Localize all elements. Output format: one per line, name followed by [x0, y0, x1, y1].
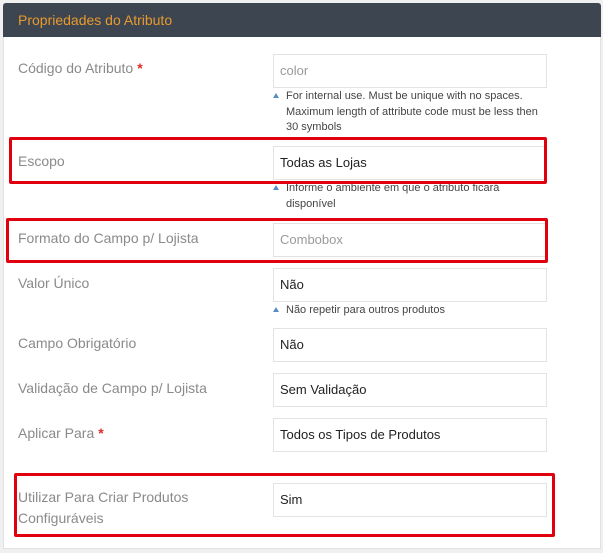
scope-note: Informe o ambiente em que o atributo fic…	[273, 181, 545, 212]
apply-to-label-text: Aplicar Para	[18, 425, 95, 441]
attribute-code-label: Código do Atributo *	[18, 58, 143, 79]
panel-title: Propriedades do Atributo	[18, 12, 173, 28]
required-field-select[interactable]: Não	[273, 328, 547, 362]
note-arrow-icon	[273, 93, 279, 98]
apply-to-select[interactable]: Todos os Tipos de Produtos	[273, 418, 547, 452]
attribute-code-label-text: Código do Atributo	[18, 60, 134, 76]
unique-value-note: Não repetir para outros produtos	[273, 303, 545, 319]
required-marker: *	[137, 60, 143, 76]
attribute-code-note: For internal use. Must be unique with no…	[273, 89, 545, 136]
note-arrow-icon	[273, 185, 279, 190]
apply-to-label: Aplicar Para *	[18, 423, 104, 444]
required-field-label: Campo Obrigatório	[18, 335, 137, 351]
field-validation-label: Validação de Campo p/ Lojista	[18, 380, 207, 396]
highlight-box-format	[6, 218, 548, 263]
attribute-code-note-text: For internal use. Must be unique with no…	[286, 90, 538, 133]
attribute-code-input[interactable]: color	[273, 54, 547, 88]
unique-value-label: Valor Único	[18, 275, 90, 291]
required-marker: *	[98, 425, 104, 441]
note-arrow-icon	[273, 307, 279, 312]
scope-note-text: Informe o ambiente em que o atributo fic…	[286, 182, 500, 210]
field-validation-select[interactable]: Sem Validação	[273, 373, 547, 407]
panel-header: Propriedades do Atributo	[3, 3, 601, 37]
highlight-box-configurable	[14, 473, 555, 537]
unique-value-select[interactable]: Não	[273, 268, 547, 302]
highlight-box-scope	[9, 137, 547, 184]
unique-value-note-text: Não repetir para outros produtos	[286, 304, 445, 316]
